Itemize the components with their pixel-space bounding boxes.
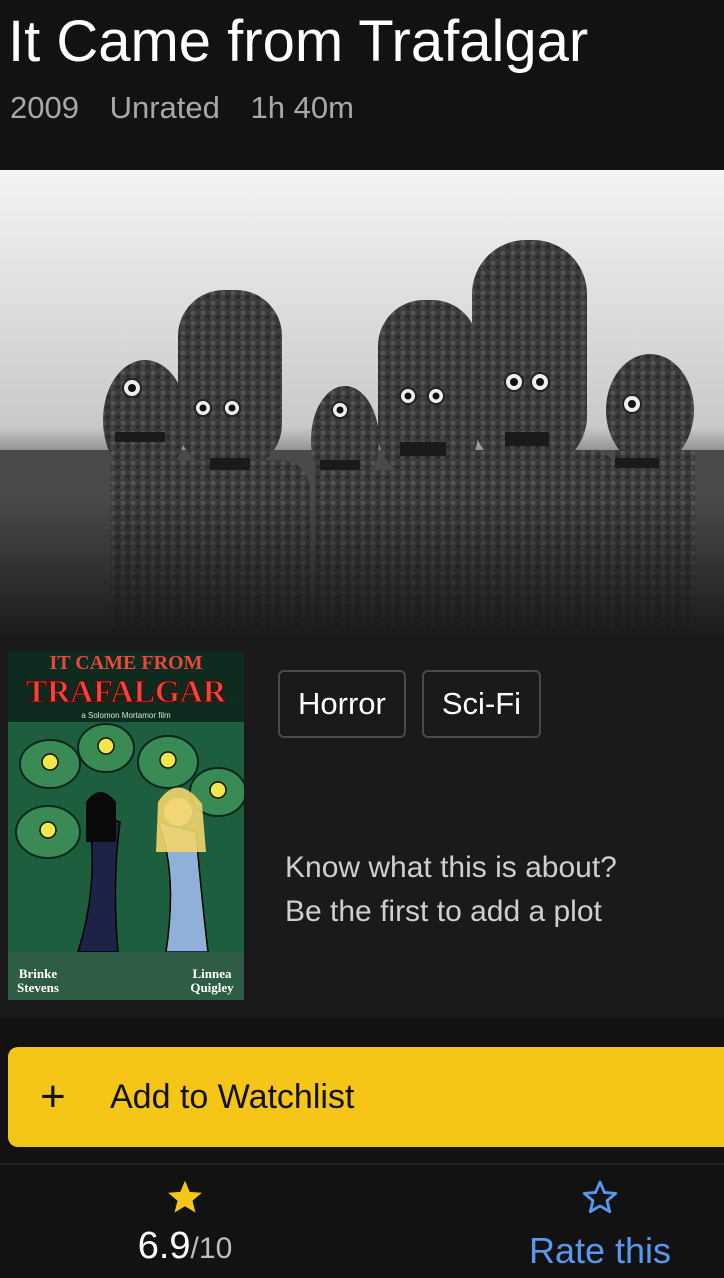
- plot-prompt-line-1: Know what this is about?: [285, 851, 617, 884]
- genre-chip-horror[interactable]: Horror: [278, 670, 406, 738]
- poster-line-2: TRAFALGAR: [26, 673, 227, 709]
- genre-chip-sci-fi[interactable]: Sci-Fi: [421, 670, 542, 738]
- rate-this-button[interactable]: Rate this: [520, 1179, 680, 1272]
- hero-still-image[interactable]: [0, 170, 724, 638]
- certificate: Unrated: [109, 90, 220, 125]
- watchlist-label: Add to Watchlist: [110, 1077, 355, 1116]
- poster-credit-right-2: Quigley: [190, 980, 234, 995]
- rate-this-label: Rate this: [528, 1230, 672, 1271]
- star-outline-icon: [582, 1180, 618, 1214]
- poster-line-1: IT CAME FROM: [50, 652, 203, 674]
- genre-chips: Horror Sci-Fi: [278, 670, 542, 738]
- poster-art: IT CAME FROM TRAFALGAR a Solomon Mortamo…: [8, 652, 244, 1000]
- poster-credit-right-1: Linnea: [192, 966, 232, 981]
- poster-image[interactable]: IT CAME FROM TRAFALGAR a Solomon Mortamo…: [8, 652, 244, 1000]
- title-details: IT CAME FROM TRAFALGAR a Solomon Mortamo…: [0, 638, 724, 1018]
- rating-number: 6.9: [137, 1225, 191, 1267]
- add-plot-prompt[interactable]: Know what this is about? Be the first to…: [285, 846, 705, 934]
- poster-tagline: a Solomon Mortamor film: [81, 711, 171, 720]
- plus-icon: +: [40, 1072, 66, 1121]
- rating-bar: 6.9/10 Rate this: [0, 1165, 724, 1278]
- runtime: 1h 40m: [250, 90, 354, 125]
- star-filled-icon: [168, 1180, 202, 1213]
- movie-title: It Came from Trafalgar: [8, 9, 589, 74]
- rating-scale: /10: [190, 1232, 233, 1265]
- rating-value: 6.9/10: [120, 1225, 250, 1268]
- poster-credit-left-1: Brinke: [19, 966, 58, 981]
- hero-photo: [0, 170, 724, 638]
- add-to-watchlist-button[interactable]: + Add to Watchlist: [8, 1047, 724, 1147]
- imdb-rating[interactable]: 6.9/10: [120, 1179, 250, 1268]
- movie-meta: 2009 Unrated 1h 40m: [10, 88, 376, 128]
- title-header: It Came from Trafalgar 2009 Unrated 1h 4…: [0, 0, 724, 170]
- poster-credit-left-2: Stevens: [17, 980, 59, 995]
- plot-prompt-line-2: Be the first to add a plot: [285, 895, 602, 928]
- release-year[interactable]: 2009: [10, 90, 79, 125]
